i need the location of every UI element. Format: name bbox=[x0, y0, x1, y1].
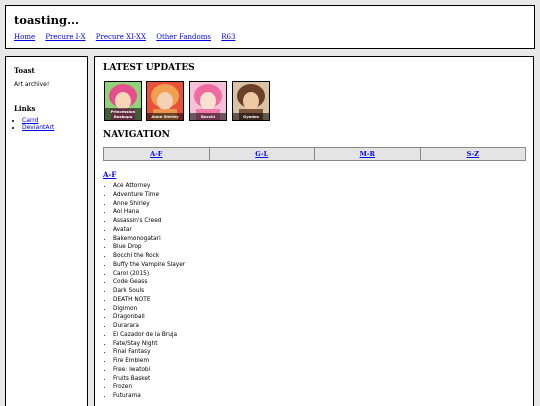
nav-link-other-fandoms[interactable]: Other Fandoms bbox=[156, 33, 211, 41]
fandom-list-item[interactable]: Fire Emblem bbox=[113, 357, 185, 366]
nav-cell-a-f[interactable]: A-F bbox=[103, 147, 210, 161]
nav-link-m-r[interactable]: M-R bbox=[360, 150, 375, 158]
latest-update-thumbnail[interactable]: Bocchi bbox=[189, 81, 227, 121]
sidebar-text: Art archive! bbox=[14, 81, 50, 88]
list-item: DeviantArt bbox=[22, 124, 54, 131]
fandom-list-item[interactable]: Fruits Basket bbox=[113, 375, 185, 384]
fandom-list-item[interactable]: Durarara bbox=[113, 322, 185, 331]
fandom-list-item[interactable]: Digimon bbox=[113, 305, 185, 314]
fandom-list-item[interactable]: Adventure Time bbox=[113, 191, 185, 200]
nav-link-precure-11-20[interactable]: Precure XI-XX bbox=[96, 33, 146, 41]
thumbnail-caption: Bocchi bbox=[190, 113, 226, 120]
latest-updates-heading: LATEST UPDATES bbox=[103, 63, 195, 73]
fandom-list-item[interactable]: Free: Iwatobi bbox=[113, 366, 185, 375]
nav-link-a-f[interactable]: A-F bbox=[150, 150, 162, 158]
thumbnail-caption: Princession Dosbupu bbox=[105, 108, 141, 120]
nav-cell-m-r[interactable]: M-R bbox=[314, 147, 421, 161]
fandom-list-item[interactable]: Dragonball bbox=[113, 313, 185, 322]
sidebar: Toast Art archive! Links Carrd DeviantAr… bbox=[5, 56, 88, 406]
fandom-list-item[interactable]: Final Fantasy bbox=[113, 348, 185, 357]
fandom-list-item[interactable]: El Cazador de la Bruja bbox=[113, 331, 185, 340]
link-deviantart[interactable]: DeviantArt bbox=[22, 124, 54, 131]
fandom-list-item[interactable]: Frozen bbox=[113, 383, 185, 392]
latest-update-thumbnail[interactable]: Anne Shirley bbox=[146, 81, 184, 121]
fandom-list-item[interactable]: Code Geass bbox=[113, 278, 185, 287]
thumbnail-caption: Anne Shirley bbox=[147, 113, 183, 120]
thumbnail-caption: Gyodos bbox=[233, 113, 269, 120]
fandom-list-item[interactable]: Assassin's Creed bbox=[113, 217, 185, 226]
fandom-list-item[interactable]: Carol (2015) bbox=[113, 270, 185, 279]
fandom-list-item[interactable]: Aoi Hana bbox=[113, 208, 185, 217]
latest-update-thumbnail[interactable]: Gyodos bbox=[232, 81, 270, 121]
main-content: LATEST UPDATES Princession Dosbupu Anne S… bbox=[94, 56, 534, 406]
section-anchor-a-f[interactable]: A-F bbox=[103, 170, 116, 179]
fandom-list-item[interactable]: Dark Souls bbox=[113, 287, 185, 296]
fandom-list-item[interactable]: Futurama bbox=[113, 392, 185, 401]
nav-link-s-z[interactable]: S-Z bbox=[467, 150, 479, 158]
fandom-list-item[interactable]: Ace Attorney bbox=[113, 182, 185, 191]
links-list: Carrd DeviantArt bbox=[14, 117, 54, 131]
links-heading: Links bbox=[14, 104, 36, 113]
fandom-list-item[interactable]: Fate/Stay Night bbox=[113, 340, 185, 349]
nav-link-precure-1-10[interactable]: Precure I-X bbox=[45, 33, 85, 41]
fandom-list-item[interactable]: Bocchi the Rock bbox=[113, 252, 185, 261]
site-title: toasting... bbox=[14, 13, 80, 27]
alphabet-nav: A-F G-L M-R S-Z bbox=[103, 147, 526, 161]
nav-link-g-l[interactable]: G-L bbox=[255, 150, 268, 158]
fandom-list: Ace AttorneyAdventure TimeAnne ShirleyAo… bbox=[103, 182, 185, 401]
site-header: toasting... Home Precure I-X Precure XI-… bbox=[5, 5, 535, 49]
fandom-list-item[interactable]: Buffy the Vampire Slayer bbox=[113, 261, 185, 270]
link-carrd[interactable]: Carrd bbox=[22, 117, 38, 124]
nav-cell-s-z[interactable]: S-Z bbox=[419, 147, 526, 161]
navigation-heading: NAVIGATION bbox=[103, 130, 170, 140]
latest-update-thumbnail[interactable]: Princession Dosbupu bbox=[104, 81, 142, 121]
list-item: Carrd bbox=[22, 117, 54, 124]
nav-cell-g-l[interactable]: G-L bbox=[208, 147, 315, 161]
nav-link-r63[interactable]: R63 bbox=[221, 33, 235, 41]
fandom-list-item[interactable]: Anne Shirley bbox=[113, 200, 185, 209]
fandom-list-item[interactable]: Blue Drop bbox=[113, 243, 185, 252]
nav-link-home[interactable]: Home bbox=[14, 33, 35, 41]
top-nav: Home Precure I-X Precure XI-XX Other Fan… bbox=[14, 33, 243, 41]
sidebar-heading: Toast bbox=[14, 66, 35, 75]
fandom-list-item[interactable]: Avatar bbox=[113, 226, 185, 235]
fandom-list-item[interactable]: DEATH NOTE bbox=[113, 296, 185, 305]
fandom-list-item[interactable]: Bakemonogatari bbox=[113, 235, 185, 244]
